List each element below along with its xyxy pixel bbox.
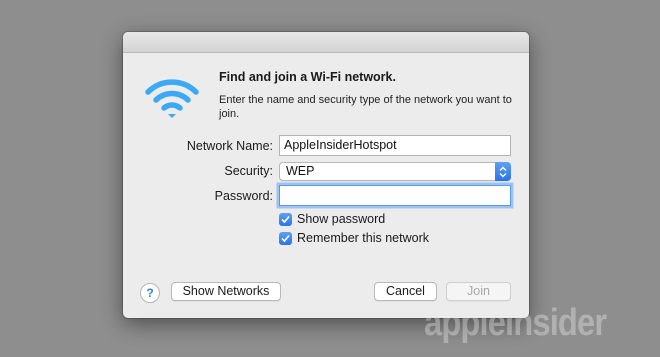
password-field[interactable] — [279, 185, 511, 206]
chevron-updown-icon — [495, 162, 511, 181]
network-name-field[interactable]: AppleInsiderHotspot — [279, 135, 511, 156]
dialog-heading: Find and join a Wi-Fi network. — [219, 70, 396, 84]
security-label: Security: — [224, 164, 273, 178]
join-button[interactable]: Join — [446, 282, 511, 301]
cancel-button[interactable]: Cancel — [374, 282, 437, 301]
wifi-icon — [142, 74, 202, 120]
title-bar[interactable] — [123, 32, 529, 53]
help-button[interactable]: ? — [140, 283, 160, 303]
remember-network-checkbox-row[interactable]: Remember this network — [279, 231, 429, 245]
remember-network-checkbox[interactable] — [279, 231, 292, 245]
remember-network-label: Remember this network — [297, 231, 429, 245]
show-password-checkbox-row[interactable]: Show password — [279, 212, 385, 226]
security-value: WEP — [286, 164, 315, 178]
watermark-logo: appleinsider — [424, 302, 607, 344]
show-password-checkbox[interactable] — [279, 212, 292, 226]
security-select[interactable]: WEP — [279, 162, 511, 181]
network-name-label: Network Name: — [186, 139, 273, 153]
join-wifi-dialog: Find and join a Wi-Fi network. Enter the… — [123, 32, 529, 318]
password-label: Password: — [214, 189, 273, 203]
show-networks-button[interactable]: Show Networks — [171, 282, 281, 301]
dialog-description: Enter the name and security type of the … — [219, 94, 512, 120]
show-password-label: Show password — [297, 212, 386, 226]
